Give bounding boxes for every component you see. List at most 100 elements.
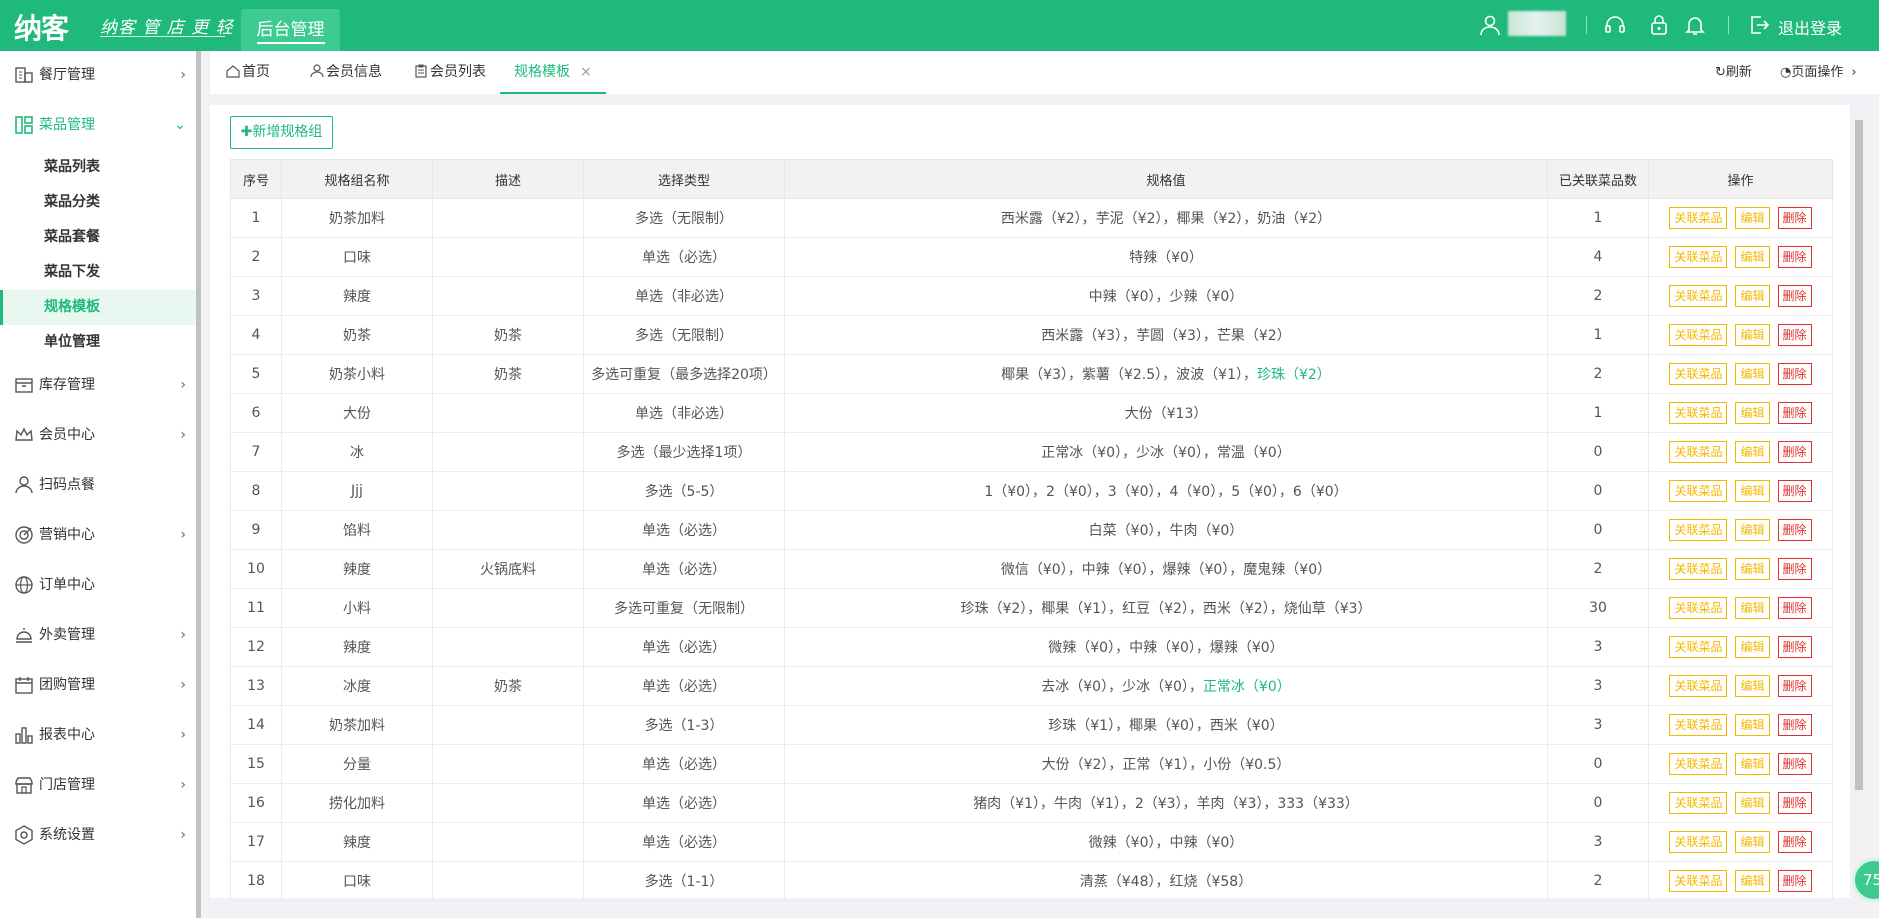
link-dishes-button[interactable]: 关联菜品: [1669, 246, 1728, 268]
cell-actions: 关联菜品 编辑 删除: [1648, 471, 1833, 511]
bell-icon[interactable]: [1684, 14, 1706, 36]
cell-desc: [432, 588, 584, 628]
user-icon[interactable]: [1479, 14, 1501, 36]
delete-button[interactable]: 删除: [1777, 246, 1812, 268]
edit-button[interactable]: 编辑: [1735, 636, 1770, 658]
link-dishes-button[interactable]: 关联菜品: [1669, 597, 1728, 619]
edit-button[interactable]: 编辑: [1735, 519, 1770, 541]
sidebar-item-settings[interactable]: 系统设置 ›: [0, 811, 196, 859]
cell-values: 西米露（¥2），芋泥（¥2），椰果（¥2），奶油（¥2）: [784, 198, 1548, 238]
link-dishes-button[interactable]: 关联菜品: [1669, 636, 1728, 658]
admin-tab[interactable]: 后台管理: [241, 9, 340, 51]
sidebar-item-inventory[interactable]: 库存管理 ›: [0, 361, 196, 409]
logout-icon[interactable]: [1748, 14, 1770, 36]
link-dishes-button[interactable]: 关联菜品: [1669, 675, 1728, 697]
sidebar-subitem-dish-dispatch[interactable]: 菜品下发: [0, 255, 196, 290]
logout-link[interactable]: 退出登录: [1778, 15, 1842, 39]
delete-button[interactable]: 删除: [1777, 597, 1812, 619]
edit-button[interactable]: 编辑: [1735, 402, 1770, 424]
scrollbar-thumb[interactable]: [1855, 120, 1863, 790]
link-dishes-button[interactable]: 关联菜品: [1669, 792, 1728, 814]
edit-button[interactable]: 编辑: [1735, 870, 1770, 892]
edit-button[interactable]: 编辑: [1735, 831, 1770, 853]
link-dishes-button[interactable]: 关联菜品: [1669, 207, 1728, 229]
edit-button[interactable]: 编辑: [1735, 441, 1770, 463]
link-dishes-button[interactable]: 关联菜品: [1669, 831, 1728, 853]
delete-button[interactable]: 删除: [1777, 324, 1812, 346]
link-dishes-button[interactable]: 关联菜品: [1669, 324, 1728, 346]
sidebar-item-stores[interactable]: 门店管理 ›: [0, 761, 196, 809]
lock-icon[interactable]: [1648, 14, 1670, 36]
sidebar-subitem-spec-template[interactable]: 规格模板: [0, 290, 196, 325]
sidebar-subitem-dish-list[interactable]: 菜品列表: [0, 150, 196, 185]
delete-button[interactable]: 删除: [1777, 714, 1812, 736]
link-dishes-button[interactable]: 关联菜品: [1669, 714, 1728, 736]
edit-button[interactable]: 编辑: [1735, 480, 1770, 502]
tab-member-info[interactable]: 会员信息: [310, 51, 382, 94]
cell-actions: 关联菜品 编辑 删除: [1648, 744, 1833, 784]
delete-button[interactable]: 删除: [1777, 480, 1812, 502]
edit-button[interactable]: 编辑: [1735, 246, 1770, 268]
edit-button[interactable]: 编辑: [1735, 714, 1770, 736]
delete-button[interactable]: 删除: [1777, 402, 1812, 424]
tab-member-list[interactable]: 会员列表: [414, 51, 486, 94]
link-dishes-button[interactable]: 关联菜品: [1669, 285, 1728, 307]
delete-button[interactable]: 删除: [1777, 675, 1812, 697]
edit-button[interactable]: 编辑: [1735, 792, 1770, 814]
tab-home[interactable]: 首页: [226, 51, 270, 94]
link-dishes-button[interactable]: 关联菜品: [1669, 753, 1728, 775]
delete-button[interactable]: 删除: [1777, 753, 1812, 775]
sidebar-subitem-dish-combo[interactable]: 菜品套餐: [0, 220, 196, 255]
link-dishes-button[interactable]: 关联菜品: [1669, 402, 1728, 424]
link-dishes-button[interactable]: 关联菜品: [1669, 558, 1728, 580]
sidebar-subitem-unit[interactable]: 单位管理: [0, 325, 196, 360]
table-row: 4 奶茶 奶茶 多选（无限制） 西米露（¥3），芋圆（¥3），芒果（¥2） 1 关联菜品 编辑…: [230, 315, 1833, 355]
sidebar-item-orders[interactable]: 订单中心: [0, 561, 196, 609]
delete-button[interactable]: 删除: [1777, 441, 1812, 463]
delete-button[interactable]: 删除: [1777, 519, 1812, 541]
brand-logo[interactable]: 纳客: [14, 7, 69, 47]
tab-spec-template[interactable]: 规格模板 ×: [500, 51, 606, 94]
sidebar-item-group-buy[interactable]: 团购管理 ›: [0, 661, 196, 709]
link-dishes-button[interactable]: 关联菜品: [1669, 363, 1728, 385]
link-dishes-button[interactable]: 关联菜品: [1669, 480, 1728, 502]
main-scrollbar[interactable]: [1854, 105, 1864, 898]
sidebar-item-dishes[interactable]: 菜品管理 ⌄: [0, 101, 196, 149]
delete-button[interactable]: 删除: [1777, 207, 1812, 229]
page-ops-button[interactable]: ◔页面操作 ›: [1780, 51, 1857, 94]
delete-button[interactable]: 删除: [1777, 831, 1812, 853]
link-dishes-button[interactable]: 关联菜品: [1669, 870, 1728, 892]
sidebar-item-member[interactable]: 会员中心 ›: [0, 411, 196, 459]
edit-button[interactable]: 编辑: [1735, 285, 1770, 307]
delete-button[interactable]: 删除: [1777, 285, 1812, 307]
delete-button[interactable]: 删除: [1777, 363, 1812, 385]
values-text: 去冰（¥0），少冰（¥0），: [1041, 679, 1203, 695]
edit-button[interactable]: 编辑: [1735, 324, 1770, 346]
sidebar-item-reports[interactable]: 报表中心 ›: [0, 711, 196, 759]
delete-button[interactable]: 删除: [1777, 558, 1812, 580]
delete-button[interactable]: 删除: [1777, 636, 1812, 658]
sidebar-item-restaurant[interactable]: 餐厅管理 ›: [0, 51, 196, 99]
edit-button[interactable]: 编辑: [1735, 207, 1770, 229]
sidebar-item-takeout[interactable]: 外卖管理 ›: [0, 611, 196, 659]
sidebar-subitem-dish-category[interactable]: 菜品分类: [0, 185, 196, 220]
headset-icon[interactable]: [1604, 14, 1626, 36]
refresh-button[interactable]: ↻刷新: [1715, 51, 1752, 94]
link-dishes-button[interactable]: 关联菜品: [1669, 441, 1728, 463]
delete-button[interactable]: 删除: [1777, 792, 1812, 814]
delete-button[interactable]: 删除: [1777, 870, 1812, 892]
values-text: 中辣（¥0），少辣（¥0）: [1088, 289, 1244, 305]
add-spec-group-button[interactable]: ✚新增规格组: [230, 116, 333, 149]
values-highlight[interactable]: 珍珠（¥2）: [1257, 367, 1331, 383]
close-icon[interactable]: ×: [580, 64, 592, 80]
values-highlight[interactable]: 正常冰（¥0）: [1203, 679, 1291, 695]
edit-button[interactable]: 编辑: [1735, 363, 1770, 385]
sidebar-scrollbar[interactable]: [196, 51, 201, 918]
edit-button[interactable]: 编辑: [1735, 753, 1770, 775]
edit-button[interactable]: 编辑: [1735, 597, 1770, 619]
sidebar-item-scan-order[interactable]: 扫码点餐: [0, 461, 196, 509]
sidebar-item-marketing[interactable]: 营销中心 ›: [0, 511, 196, 559]
edit-button[interactable]: 编辑: [1735, 558, 1770, 580]
edit-button[interactable]: 编辑: [1735, 675, 1770, 697]
link-dishes-button[interactable]: 关联菜品: [1669, 519, 1728, 541]
